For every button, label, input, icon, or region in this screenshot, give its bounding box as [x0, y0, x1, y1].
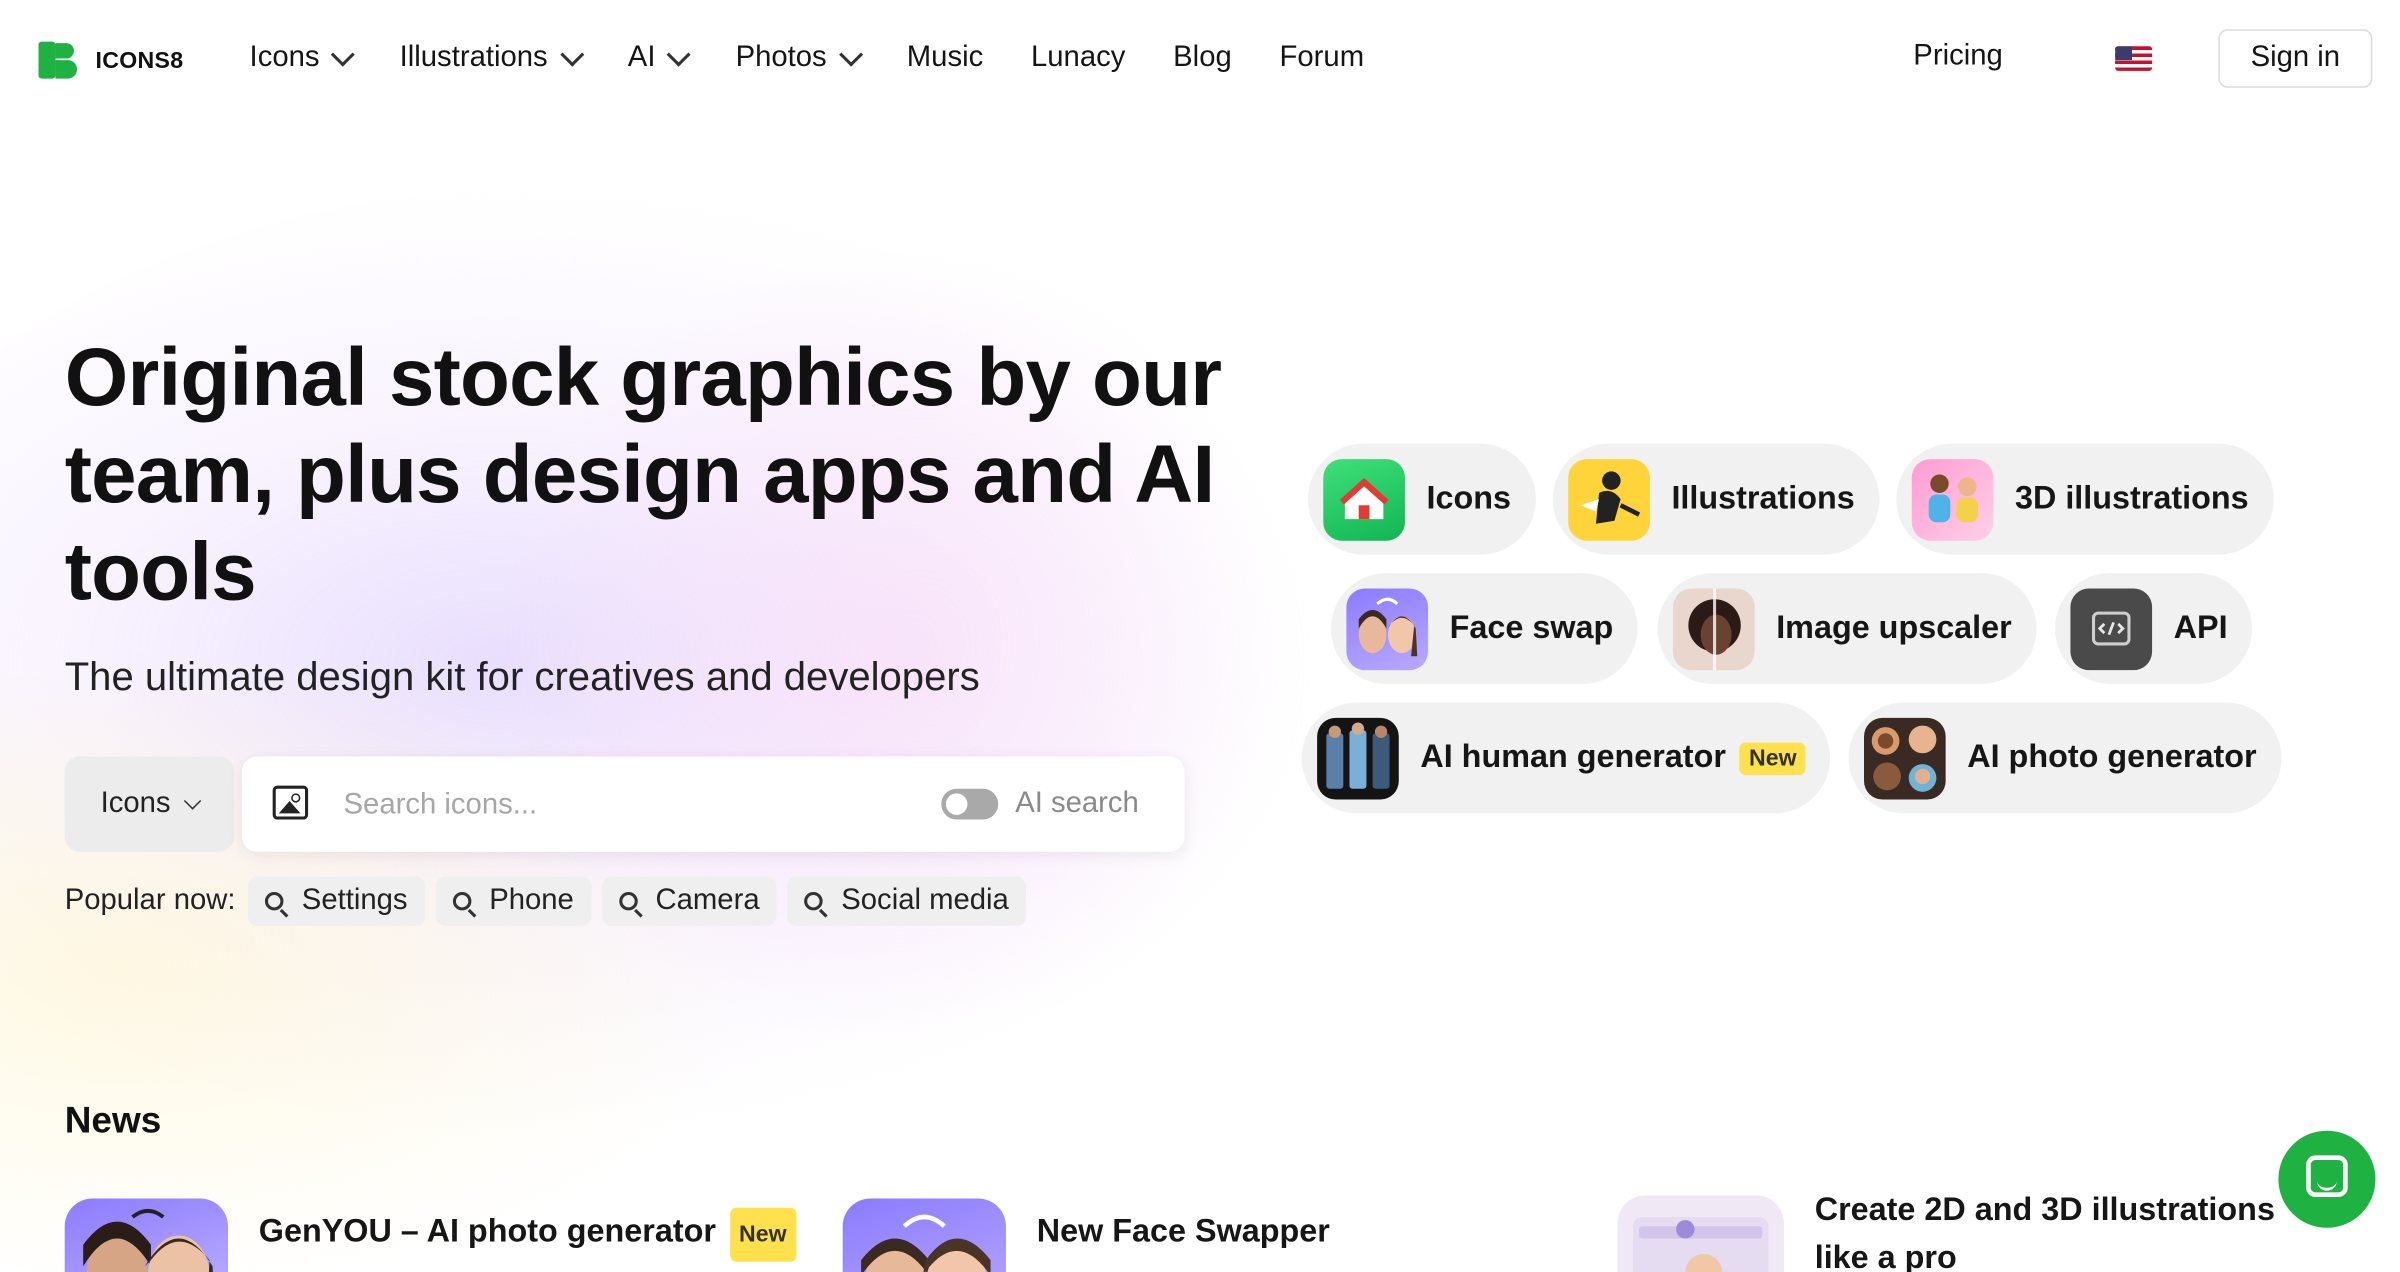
nav-item-label: Photos: [735, 41, 827, 74]
product-label: Face swap: [1449, 610, 1614, 646]
popular-chip-social-media[interactable]: Social media: [787, 876, 1026, 926]
popular-searches: Popular now: Settings Phone Camera Socia…: [64, 876, 1037, 926]
nav-item-photos[interactable]: Photos: [735, 40, 863, 77]
news-thumbnail: [64, 1198, 228, 1272]
popular-chip-settings[interactable]: Settings: [247, 876, 425, 926]
chat-icon: [2306, 1155, 2348, 1197]
icons-app-icon: [1323, 458, 1405, 540]
product-label: AI photo generator: [1967, 739, 2257, 775]
hero-title: Original stock graphics by our team, plu…: [64, 332, 1222, 618]
nav-item-lunacy[interactable]: Lunacy: [1031, 40, 1125, 77]
nav-item-label: Forum: [1279, 41, 1365, 74]
image-search-icon[interactable]: [272, 785, 309, 820]
news-item-title: GenYOU – AI photo generator New: [258, 1207, 796, 1262]
news-item-title-text: GenYOU – AI photo generator: [258, 1213, 716, 1250]
nav-item-label: Lunacy: [1031, 41, 1126, 74]
api-code-icon: [2070, 587, 2153, 670]
us-flag-icon[interactable]: [2115, 46, 2153, 71]
product-label: AI human generator: [1420, 739, 1726, 775]
product-label: 3D illustrations: [2014, 480, 2249, 517]
nav-item-ai[interactable]: AI: [627, 40, 692, 77]
sign-in-button[interactable]: Sign in: [2218, 29, 2373, 88]
news-item-create-illustrations[interactable]: Create 2D and 3D illustrations like a pr…: [1617, 1192, 2324, 1272]
popular-label: Popular now:: [64, 884, 236, 917]
nav-links: Icons Illustrations AI Photos Music Luna…: [250, 40, 1412, 77]
product-label: Illustrations: [1671, 480, 1855, 517]
search-box: AI search: [241, 756, 1185, 852]
product-label: Image upscaler: [1776, 610, 2012, 646]
search-bar: Icons AI search: [64, 756, 1185, 852]
product-pill-face-swap[interactable]: Face swap: [1330, 573, 1638, 684]
page: ICONS8 Icons Illustrations AI Photos Mus…: [0, 0, 2400, 1272]
nav-item-label: Music: [906, 41, 984, 74]
search-icon: [804, 891, 823, 911]
pricing-link[interactable]: Pricing: [1913, 40, 2002, 74]
nav-item-music[interactable]: Music: [907, 40, 983, 77]
product-label: API: [2173, 610, 2228, 646]
product-pill-ai-human-generator[interactable]: AI human generator New: [1301, 702, 1831, 814]
chevron-down-icon: [183, 791, 201, 810]
chevron-down-icon: [559, 42, 584, 67]
product-pill-illustrations[interactable]: Illustrations: [1552, 443, 1880, 555]
product-pill-image-upscaler[interactable]: Image upscaler: [1657, 573, 2037, 684]
news-item-face-swapper[interactable]: New Face Swapper: [842, 1198, 1330, 1272]
product-pill-icons[interactable]: Icons: [1307, 443, 1536, 555]
nav-item-label: Blog: [1173, 41, 1232, 74]
search-icon: [452, 891, 471, 911]
news-heading: News: [64, 1099, 162, 1142]
top-navigation: ICONS8 Icons Illustrations AI Photos Mus…: [0, 0, 2400, 117]
icons8-logo[interactable]: ICONS8: [38, 41, 184, 79]
news-thumbnail: [1617, 1195, 1784, 1272]
new-badge: New: [1739, 741, 1806, 775]
3d-illustrations-icon: [1911, 458, 1994, 540]
chip-label: Settings: [301, 884, 408, 917]
new-badge: New: [729, 1207, 796, 1262]
search-input[interactable]: [340, 781, 902, 831]
nav-item-label: Illustrations: [399, 41, 548, 74]
product-pill-3d-illustrations[interactable]: 3D illustrations: [1896, 443, 2274, 555]
image-upscaler-icon: [1672, 587, 1755, 670]
ai-search-label: AI search: [1015, 787, 1139, 820]
search-icon: [618, 891, 638, 911]
ai-photo-generator-icon: [1864, 717, 1946, 799]
nav-item-forum[interactable]: Forum: [1280, 40, 1365, 77]
popular-chip-phone[interactable]: Phone: [435, 876, 591, 926]
news-item-genyou[interactable]: GenYOU – AI photo generator New: [64, 1198, 796, 1272]
product-pill-ai-photo-generator[interactable]: AI photo generator: [1848, 702, 2282, 814]
ai-search-toggle[interactable]: [941, 788, 999, 820]
chevron-down-icon: [331, 42, 356, 67]
chevron-down-icon: [667, 42, 692, 67]
product-label: Icons: [1426, 480, 1512, 517]
nav-item-icons[interactable]: Icons: [249, 40, 356, 77]
search-type-label: Icons: [100, 787, 171, 820]
logo-text: ICONS8: [95, 46, 184, 74]
nav-item-illustrations[interactable]: Illustrations: [399, 40, 584, 77]
chip-label: Phone: [489, 884, 574, 917]
illustrations-icon: [1568, 458, 1650, 540]
search-icon: [264, 891, 284, 911]
news-item-title: Create 2D and 3D illustrations like a pr…: [1814, 1192, 2275, 1272]
chip-label: Social media: [841, 884, 1009, 917]
icons8-logo-icon: [38, 41, 78, 79]
hero-subtitle: The ultimate design kit for creatives an…: [64, 653, 980, 700]
product-pill-api[interactable]: API: [2055, 573, 2253, 684]
chat-support-button[interactable]: [2278, 1130, 2376, 1228]
nav-item-label: AI: [627, 41, 656, 74]
face-swap-icon: [1346, 587, 1429, 670]
chevron-down-icon: [838, 42, 863, 67]
chip-label: Camera: [655, 884, 760, 917]
nav-item-label: Icons: [249, 41, 320, 74]
popular-chip-camera[interactable]: Camera: [601, 876, 777, 926]
news-thumbnail: [842, 1198, 1006, 1272]
nav-item-blog[interactable]: Blog: [1173, 40, 1232, 77]
search-type-dropdown[interactable]: Icons: [64, 756, 235, 852]
ai-human-generator-icon: [1317, 717, 1399, 799]
news-item-title: New Face Swapper: [1036, 1213, 1330, 1250]
